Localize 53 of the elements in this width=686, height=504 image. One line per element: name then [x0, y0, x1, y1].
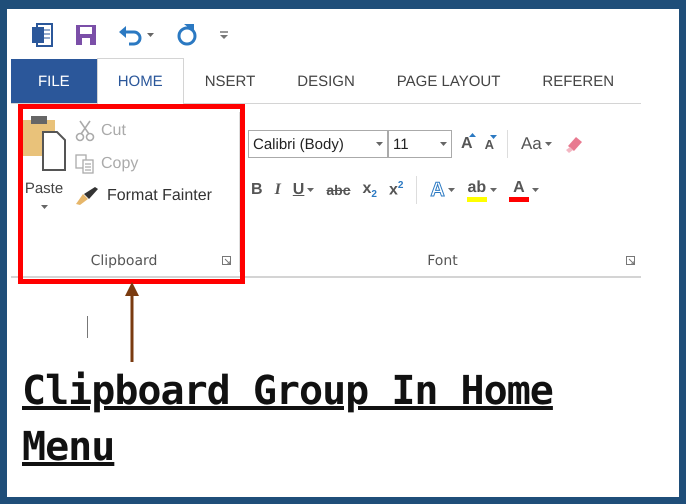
ribbon-tab[interactable]: NSERT	[184, 59, 276, 103]
word-logo-icon	[31, 22, 53, 48]
dropdown-caret-icon	[307, 188, 314, 192]
dropdown-caret-icon	[448, 188, 455, 192]
dropdown-caret-icon	[376, 142, 383, 146]
up-triangle-icon	[468, 133, 476, 137]
format-painter-button[interactable]: Format Fainter	[73, 184, 214, 208]
grow-font-label: A	[461, 135, 473, 153]
dropdown-caret-icon	[40, 205, 48, 209]
font-color-label: A	[513, 178, 525, 196]
paintbrush-icon	[75, 186, 101, 206]
ribbon-tab[interactable]: HOME	[96, 58, 184, 104]
eraser-icon	[564, 134, 584, 154]
ribbon-tab[interactable]: REFEREN	[521, 59, 636, 103]
dropdown-caret-icon	[490, 188, 497, 192]
underline-button[interactable]: U	[290, 179, 318, 201]
group-label: Clipboard	[90, 253, 158, 269]
dropdown-caret-icon	[147, 33, 154, 37]
redo-icon[interactable]	[176, 24, 198, 46]
bold-button[interactable]: B	[248, 179, 266, 201]
highlight-button[interactable]: ab	[464, 176, 500, 204]
undo-icon[interactable]	[119, 24, 143, 46]
ribbon-tab[interactable]: PAGE LAYOUT	[376, 59, 522, 103]
change-case-button[interactable]: Aa	[518, 132, 555, 156]
caption-text: Clipboard Group In Home Menu	[22, 367, 554, 472]
italic-button[interactable]: I	[272, 179, 284, 201]
customize-toolbar-icon[interactable]	[220, 30, 228, 40]
ribbon-tab[interactable]: DESIGN	[276, 59, 376, 103]
save-icon[interactable]	[75, 24, 97, 46]
dialog-launcher-icon[interactable]	[222, 256, 231, 265]
file-tab[interactable]: FILE	[11, 59, 97, 103]
copy-icon	[75, 154, 95, 174]
scissors-icon	[75, 120, 95, 142]
clipboard-icon	[21, 114, 67, 172]
paste-button[interactable]: Paste	[11, 104, 73, 246]
dropdown-caret-icon	[532, 188, 539, 192]
down-triangle-icon	[490, 134, 497, 138]
shrink-font-button[interactable]: A	[482, 134, 497, 154]
dialog-launcher-icon[interactable]	[626, 256, 635, 265]
strikethrough-button[interactable]: abc	[323, 180, 354, 200]
subscript-button[interactable]: x$_{2}$	[359, 178, 380, 202]
font-size-dropdown[interactable]: 11	[388, 130, 452, 158]
superscript-button[interactable]: x$^{2}$	[386, 178, 406, 202]
grow-font-button[interactable]: A	[458, 133, 476, 155]
dropdown-caret-icon	[544, 142, 552, 146]
font-color-button[interactable]: A	[506, 176, 542, 204]
dropdown-caret-icon	[440, 142, 447, 146]
text-cursor	[87, 316, 88, 338]
text-effects-button[interactable]: A	[427, 176, 458, 204]
font-name-dropdown[interactable]: Calibri (Body)	[248, 130, 388, 158]
highlight-label: ab	[468, 178, 486, 196]
shrink-font-label: A	[484, 136, 494, 152]
group-label: Font	[427, 253, 458, 269]
